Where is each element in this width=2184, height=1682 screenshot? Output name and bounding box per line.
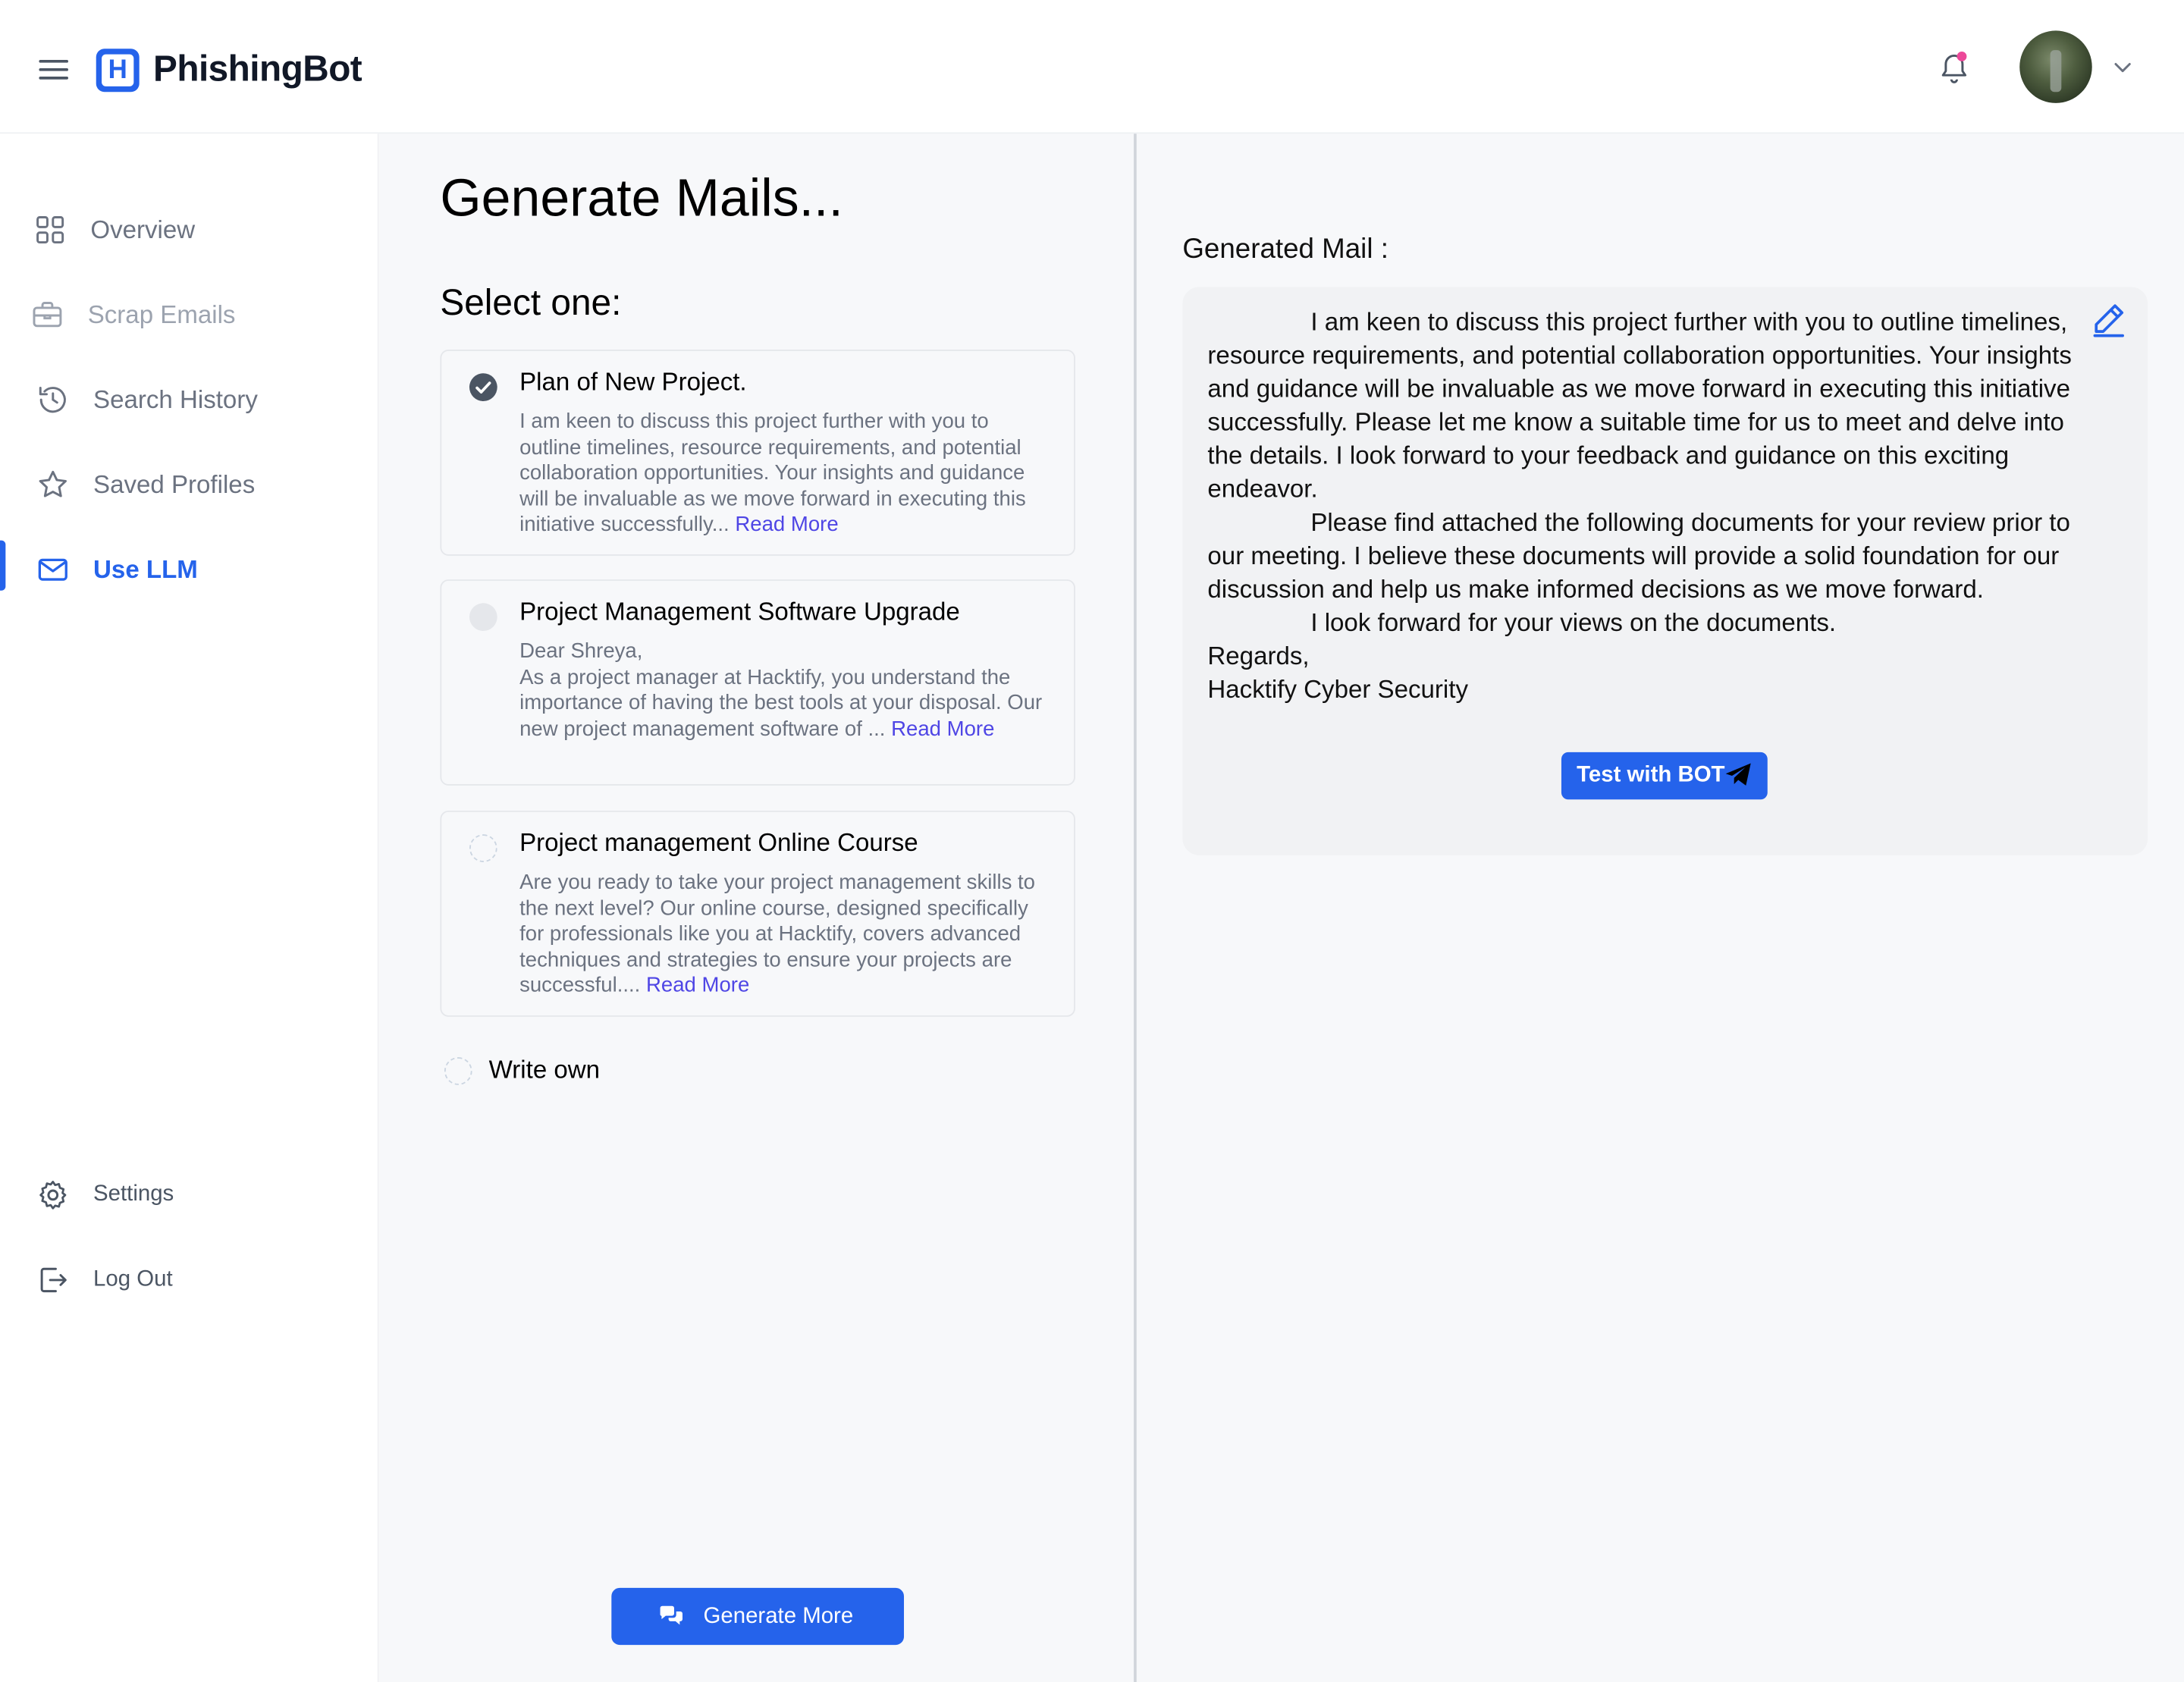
notification-dot xyxy=(1956,51,1967,61)
briefcase-icon xyxy=(33,302,62,328)
mail-option-card[interactable]: Plan of New Project. I am keen to discus… xyxy=(440,350,1075,556)
read-more-link[interactable]: Read More xyxy=(646,974,749,997)
logout-icon xyxy=(40,1267,67,1293)
sidebar-item-label: Search History xyxy=(93,385,258,414)
option-title: Plan of New Project. xyxy=(519,367,747,396)
history-icon xyxy=(39,387,66,413)
generate-more-label: Generate More xyxy=(703,1604,854,1629)
radio-unchecked-icon[interactable] xyxy=(469,834,497,862)
chevron-down-icon[interactable] xyxy=(2111,55,2133,77)
edit-pencil-icon[interactable] xyxy=(2089,300,2128,338)
sidebar-item-label: Saved Profiles xyxy=(93,470,256,499)
menu-icon[interactable] xyxy=(39,57,68,82)
grid-icon xyxy=(36,216,64,244)
sidebar-item-search-history[interactable]: Search History xyxy=(0,371,379,432)
sidebar-item-scrap-emails[interactable]: Scrap Emails xyxy=(0,286,379,347)
sidebar-item-logout[interactable]: Log Out xyxy=(0,1251,379,1312)
gear-icon xyxy=(39,1181,67,1210)
brand-name: PhishingBot xyxy=(153,47,362,89)
option-title: Project management Online Course xyxy=(519,828,918,857)
mail-icon xyxy=(38,558,67,581)
generated-mail-text[interactable]: I am keen to discuss this project furthe… xyxy=(1207,305,2088,706)
sidebar-item-label: Log Out xyxy=(93,1267,173,1291)
sidebar: Overview Scrap Emails Search History Sav… xyxy=(0,133,379,1682)
generated-mail-box: I am keen to discuss this project furthe… xyxy=(1182,287,2148,855)
radio-unchecked-icon[interactable] xyxy=(444,1057,472,1085)
sidebar-item-label: Scrap Emails xyxy=(87,300,236,329)
mail-signature: Hacktify Cyber Security xyxy=(1207,675,1468,704)
generated-mail-label: Generated Mail : xyxy=(1182,234,1389,265)
option-title: Project Management Software Upgrade xyxy=(519,597,960,626)
sidebar-item-overview[interactable]: Overview xyxy=(0,200,379,262)
read-more-link[interactable]: Read More xyxy=(735,513,838,536)
star-icon xyxy=(39,470,67,497)
generate-more-button[interactable]: Generate More xyxy=(611,1587,905,1646)
logo-icon xyxy=(96,49,140,93)
radio-checked-icon[interactable] xyxy=(469,373,497,401)
test-with-bot-label: Test with BOT xyxy=(1577,763,1725,787)
page-title: Generate Mails... xyxy=(440,170,843,229)
option-body: Are you ready to take your project manag… xyxy=(519,871,1049,999)
telegram-icon xyxy=(1725,763,1751,786)
mail-paragraph: I am keen to discuss this project furthe… xyxy=(1207,307,2072,504)
sidebar-item-settings[interactable]: Settings xyxy=(0,1166,379,1227)
sidebar-item-label: Settings xyxy=(93,1182,174,1207)
mail-option-card[interactable]: Project Management Software Upgrade Dear… xyxy=(440,579,1075,786)
option-body: I am keen to discuss this project furthe… xyxy=(519,410,1049,538)
top-bar: PhishingBot xyxy=(0,0,2184,134)
read-more-link[interactable]: Read More xyxy=(891,717,994,740)
radio-unchecked-icon[interactable] xyxy=(469,603,497,632)
sidebar-item-label: Use LLM xyxy=(93,555,198,584)
test-with-bot-button[interactable]: Test with BOT xyxy=(1561,752,1768,800)
mail-paragraph: Please find attached the following docum… xyxy=(1207,508,2070,604)
panel-divider xyxy=(1134,133,1137,1682)
option-greeting: Dear Shreya, xyxy=(519,639,643,664)
sidebar-item-label: Overview xyxy=(90,215,196,244)
sidebar-item-use-llm[interactable]: Use LLM xyxy=(0,540,379,602)
write-own-label: Write own xyxy=(488,1056,601,1084)
mail-option-card[interactable]: Project management Online Course Are you… xyxy=(440,810,1075,1017)
option-body: Dear Shreya, As a project manager at Hac… xyxy=(519,639,1049,742)
select-label: Select one: xyxy=(440,281,622,324)
option-body-text: Are you ready to take your project manag… xyxy=(519,870,1036,998)
sidebar-item-saved-profiles[interactable]: Saved Profiles xyxy=(0,456,379,517)
avatar[interactable] xyxy=(2019,30,2092,103)
mail-paragraph: I look forward for your views on the doc… xyxy=(1310,608,1837,637)
mail-closing: Regards, xyxy=(1207,642,1310,670)
chat-icon xyxy=(660,1605,682,1625)
